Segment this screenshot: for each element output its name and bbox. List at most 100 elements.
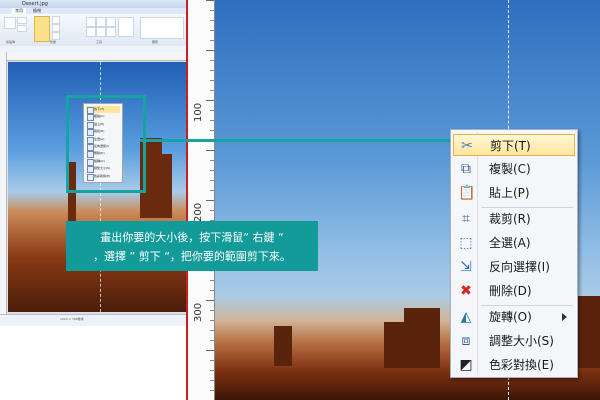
paste-icon[interactable] bbox=[4, 17, 16, 29]
paste-icon: 📋 bbox=[458, 185, 476, 201]
magnifier-icon[interactable] bbox=[106, 27, 116, 37]
menu-item-label: 全選(A) bbox=[489, 236, 531, 250]
butte bbox=[158, 154, 172, 218]
horizontal-ruler bbox=[6, 52, 186, 61]
instruction-caption: 畫出你要的大小後，按下滑鼠” 右鍵 “ ，選擇 ” 剪下 “，把你要的範圍剪下來… bbox=[66, 221, 318, 271]
ruler-label: 300 bbox=[193, 302, 204, 322]
group-image-label: 影像 bbox=[50, 40, 57, 44]
menu-item-label: 複製(C) bbox=[489, 162, 531, 176]
cut-icon[interactable] bbox=[17, 17, 27, 24]
ruler-tick bbox=[206, 0, 214, 1]
ruler-tick bbox=[210, 160, 214, 161]
menu-item-select-all[interactable]: ⬚ 全選(A) bbox=[453, 232, 575, 254]
paint-window-thumbnail: Desert.jpg 常用 檢視 剪貼簿 影像 工具 圖形 剪下(T) 複製(C)… bbox=[0, 0, 187, 400]
ruler-tick bbox=[210, 70, 214, 71]
menu-item-rotate[interactable]: ◭ 旋轉(O) bbox=[453, 306, 575, 328]
resize-icon[interactable] bbox=[52, 24, 60, 32]
ruler-tick bbox=[210, 130, 214, 131]
menu-item-copy[interactable]: ⧉ 複製(C) bbox=[453, 158, 575, 180]
ruler-tick bbox=[206, 150, 214, 151]
context-menu: ✂ 剪下(T) ⧉ 複製(C) 📋 貼上(P) ⌗ 裁剪(R) ⬚ 全選(A) … bbox=[450, 129, 578, 378]
color-picker-icon[interactable] bbox=[96, 27, 106, 37]
ruler-tick bbox=[210, 20, 214, 21]
menu-item-label: 色彩對換(E) bbox=[489, 358, 554, 372]
caption-line: 畫出你要的大小後，按下滑鼠” 右鍵 “ bbox=[100, 231, 284, 244]
ruler-tick bbox=[210, 40, 214, 41]
ruler-label: 200 bbox=[193, 202, 204, 222]
menu-item-cut[interactable]: ✂ 剪下(T) bbox=[453, 134, 575, 156]
ruler-tick bbox=[206, 350, 214, 351]
menu-item-crop[interactable]: ⌗ 裁剪(R) bbox=[453, 208, 575, 230]
menu-item-delete[interactable]: ✖ 刪除(D) bbox=[453, 280, 575, 302]
menu-item-label: 剪下(T) bbox=[490, 139, 531, 153]
crop-icon[interactable] bbox=[52, 16, 60, 24]
menu-item-label: 裁剪(R) bbox=[489, 212, 531, 226]
ruler-tick bbox=[210, 110, 214, 111]
menu-item-label: 反向選擇(I) bbox=[489, 260, 550, 274]
butte bbox=[384, 322, 410, 368]
menu-item-invert-selection[interactable]: ⇲ 反向選擇(I) bbox=[453, 256, 575, 278]
menu-item-label: 貼上(P) bbox=[489, 186, 530, 200]
resize-icon: ⧈ bbox=[461, 333, 471, 349]
ruler-tick bbox=[210, 10, 214, 11]
vertical-ruler-zoomed: 100 200 300 bbox=[188, 0, 215, 400]
ruler-tick bbox=[210, 280, 214, 281]
paint-title-bar: Desert.jpg bbox=[0, 0, 186, 8]
caption-line: ，選擇 ” 剪下 “，把你要的範圍剪下來。 bbox=[93, 250, 291, 263]
rotate-icon[interactable] bbox=[52, 32, 60, 40]
ruler-tick bbox=[210, 380, 214, 381]
select-tool-button[interactable] bbox=[34, 16, 50, 42]
copy-icon[interactable] bbox=[17, 25, 27, 32]
ruler-tick bbox=[206, 50, 214, 51]
ruler-tick bbox=[210, 170, 214, 171]
highlight-frame bbox=[66, 95, 146, 193]
menu-item-invert-color[interactable]: ◩ 色彩對換(E) bbox=[453, 354, 575, 376]
menu-item-paste[interactable]: 📋 貼上(P) bbox=[453, 182, 575, 204]
ruler-tick bbox=[210, 190, 214, 191]
invert-color-icon: ◩ bbox=[459, 357, 473, 373]
connector-line bbox=[140, 139, 458, 142]
ruler-tick bbox=[206, 200, 214, 201]
ruler-tick bbox=[210, 60, 214, 61]
text-icon[interactable] bbox=[106, 17, 116, 27]
ruler-tick bbox=[210, 290, 214, 291]
ruler-tick bbox=[210, 330, 214, 331]
menu-item-resize[interactable]: ⧈ 調整大小(S) bbox=[453, 330, 575, 352]
group-tools-label: 工具 bbox=[96, 40, 103, 44]
fill-icon[interactable] bbox=[96, 17, 106, 27]
copy-icon: ⧉ bbox=[461, 161, 471, 177]
menu-item-label: 旋轉(O) bbox=[489, 310, 532, 324]
scissors-icon: ✂ bbox=[461, 138, 473, 154]
group-shapes-label: 圖形 bbox=[152, 40, 159, 44]
ruler-tick bbox=[210, 80, 214, 81]
menu-item-label: 刪除(D) bbox=[489, 284, 532, 298]
group-clipboard-label: 剪貼簿 bbox=[6, 40, 16, 44]
ruler-tick bbox=[210, 310, 214, 311]
submenu-arrow-icon bbox=[562, 313, 567, 321]
butte bbox=[274, 326, 292, 366]
ruler-tick bbox=[206, 300, 214, 301]
vertical-ruler bbox=[0, 52, 7, 314]
ruler-tick bbox=[210, 360, 214, 361]
paint-ribbon: 剪貼簿 影像 工具 圖形 bbox=[0, 14, 186, 47]
document-area bbox=[0, 326, 186, 400]
rotate-icon: ◭ bbox=[460, 309, 472, 325]
ruler-tick bbox=[210, 340, 214, 341]
ruler-tick bbox=[210, 390, 214, 391]
invert-selection-icon: ⇲ bbox=[460, 259, 472, 275]
ruler-tick bbox=[206, 100, 214, 101]
ruler-tick bbox=[210, 30, 214, 31]
ruler-label: 100 bbox=[193, 102, 204, 122]
menu-item-label: 調整大小(S) bbox=[489, 334, 554, 348]
select-all-icon: ⬚ bbox=[459, 235, 473, 251]
ruler-tick bbox=[210, 180, 214, 181]
brush-icon[interactable] bbox=[118, 17, 134, 37]
pencil-icon[interactable] bbox=[86, 17, 96, 27]
ruler-tick bbox=[210, 370, 214, 371]
ruler-tick bbox=[210, 210, 214, 211]
ruler-tick bbox=[210, 90, 214, 91]
shapes-gallery[interactable] bbox=[140, 17, 184, 39]
image-size-status: 1024 × 768像素 bbox=[60, 317, 84, 321]
eraser-icon[interactable] bbox=[86, 27, 96, 37]
ruler-tick bbox=[210, 320, 214, 321]
